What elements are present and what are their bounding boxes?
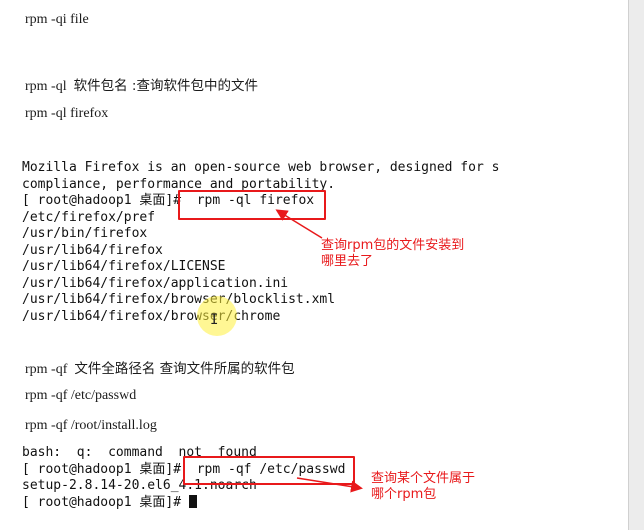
arrow-ql: [275, 209, 323, 239]
annotation-arrows: [275, 209, 363, 493]
arrow-qf: [296, 477, 363, 493]
